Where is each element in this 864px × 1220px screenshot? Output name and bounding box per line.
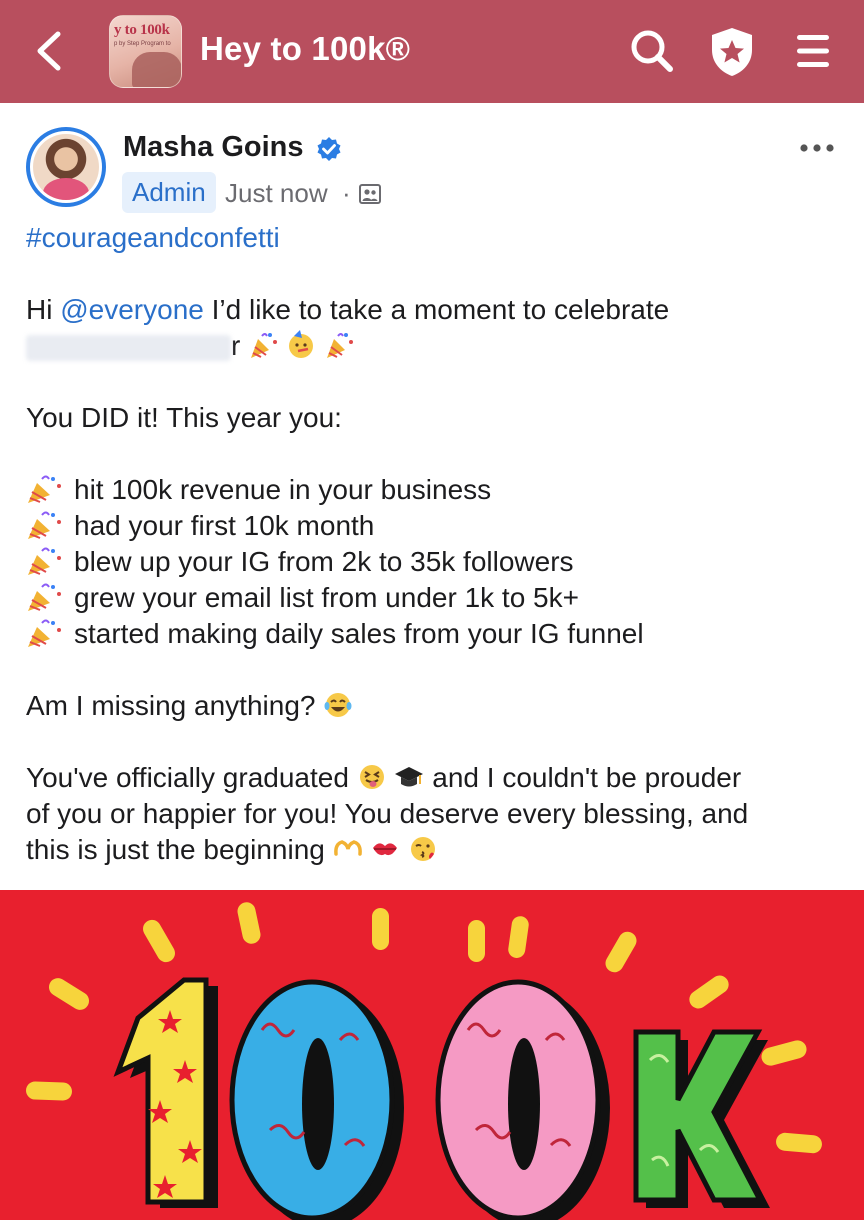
100k-illustration bbox=[26, 902, 822, 1220]
achievement-item: started making daily sales from your IG … bbox=[26, 616, 846, 652]
achievement-item: hit 100k revenue in your business bbox=[26, 472, 846, 508]
group-thumbnail-figure bbox=[132, 52, 181, 87]
post-timestamp[interactable]: Just now bbox=[225, 178, 328, 209]
party-popper-icon bbox=[28, 619, 61, 647]
mention-everyone[interactable]: @everyone bbox=[60, 294, 204, 325]
squinting-tongue-face-icon bbox=[359, 765, 384, 789]
digit-zero-blue bbox=[229, 979, 404, 1220]
missing-question-line: Am I missing anything? bbox=[26, 688, 846, 724]
achievement-item: blew up your IG from 2k to 35k followers bbox=[26, 544, 846, 580]
celebrated-name-line: r bbox=[26, 328, 846, 364]
kiss-mark-icon bbox=[373, 843, 398, 856]
post-body: #courageandconfetti Hi @everyone I’d lik… bbox=[26, 220, 846, 868]
digit-one bbox=[113, 977, 218, 1208]
graduated-line-3: this is just the beginning bbox=[26, 832, 846, 868]
group-thumbnail-subtitle: p by Step Program to bbox=[114, 41, 171, 47]
party-popper-icon bbox=[326, 333, 353, 358]
search-icon[interactable] bbox=[628, 27, 676, 75]
author-avatar[interactable] bbox=[26, 127, 106, 207]
letter-k bbox=[633, 1029, 770, 1208]
party-popper-icon bbox=[28, 583, 61, 611]
meta-separator: · bbox=[342, 178, 351, 208]
shield-star-icon[interactable] bbox=[708, 26, 756, 78]
group-audience-icon bbox=[359, 184, 381, 204]
group-title[interactable]: Hey to 100k® bbox=[200, 30, 410, 68]
heart-hands-icon bbox=[333, 840, 362, 856]
group-thumbnail[interactable]: y to 100k p by Step Program to bbox=[109, 15, 182, 88]
achievement-item: had your first 10k month bbox=[26, 508, 846, 544]
party-popper-icon bbox=[28, 547, 61, 575]
you-did-it-line: You DID it! This year you: bbox=[26, 402, 342, 433]
achievement-item: grew your email list from under 1k to 5k… bbox=[26, 580, 846, 616]
graduated-line-2: of you or happier for you! You deserve e… bbox=[26, 798, 749, 829]
party-popper-icon bbox=[28, 475, 61, 503]
tears-of-joy-icon bbox=[324, 693, 352, 717]
party-popper-icon bbox=[28, 511, 61, 539]
avatar-photo bbox=[33, 134, 99, 200]
partying-face-icon bbox=[288, 330, 313, 358]
digit-zero-pink bbox=[435, 979, 610, 1220]
party-popper-icon bbox=[251, 333, 278, 358]
group-thumbnail-title: y to 100k bbox=[114, 22, 170, 38]
author-name[interactable]: Masha Goins bbox=[123, 131, 304, 164]
post-image[interactable] bbox=[0, 890, 864, 1220]
menu-icon[interactable] bbox=[795, 32, 831, 70]
chevron-left-icon[interactable] bbox=[30, 28, 70, 74]
more-options-icon[interactable] bbox=[798, 138, 836, 158]
verified-badge-icon bbox=[317, 137, 341, 161]
intro-line: Hi @everyone I’d like to take a moment t… bbox=[26, 294, 670, 325]
graduation-cap-icon bbox=[395, 767, 424, 787]
graduated-line-1: You've officially graduated and I couldn… bbox=[26, 762, 742, 793]
top-bar: y to 100k p by Step Program to Hey to 10… bbox=[0, 0, 864, 103]
face-blowing-kiss-icon bbox=[411, 837, 436, 861]
post-hashtag[interactable]: #courageandconfetti bbox=[26, 220, 846, 256]
blurred-member-name bbox=[26, 334, 231, 361]
admin-badge: Admin bbox=[122, 172, 216, 213]
